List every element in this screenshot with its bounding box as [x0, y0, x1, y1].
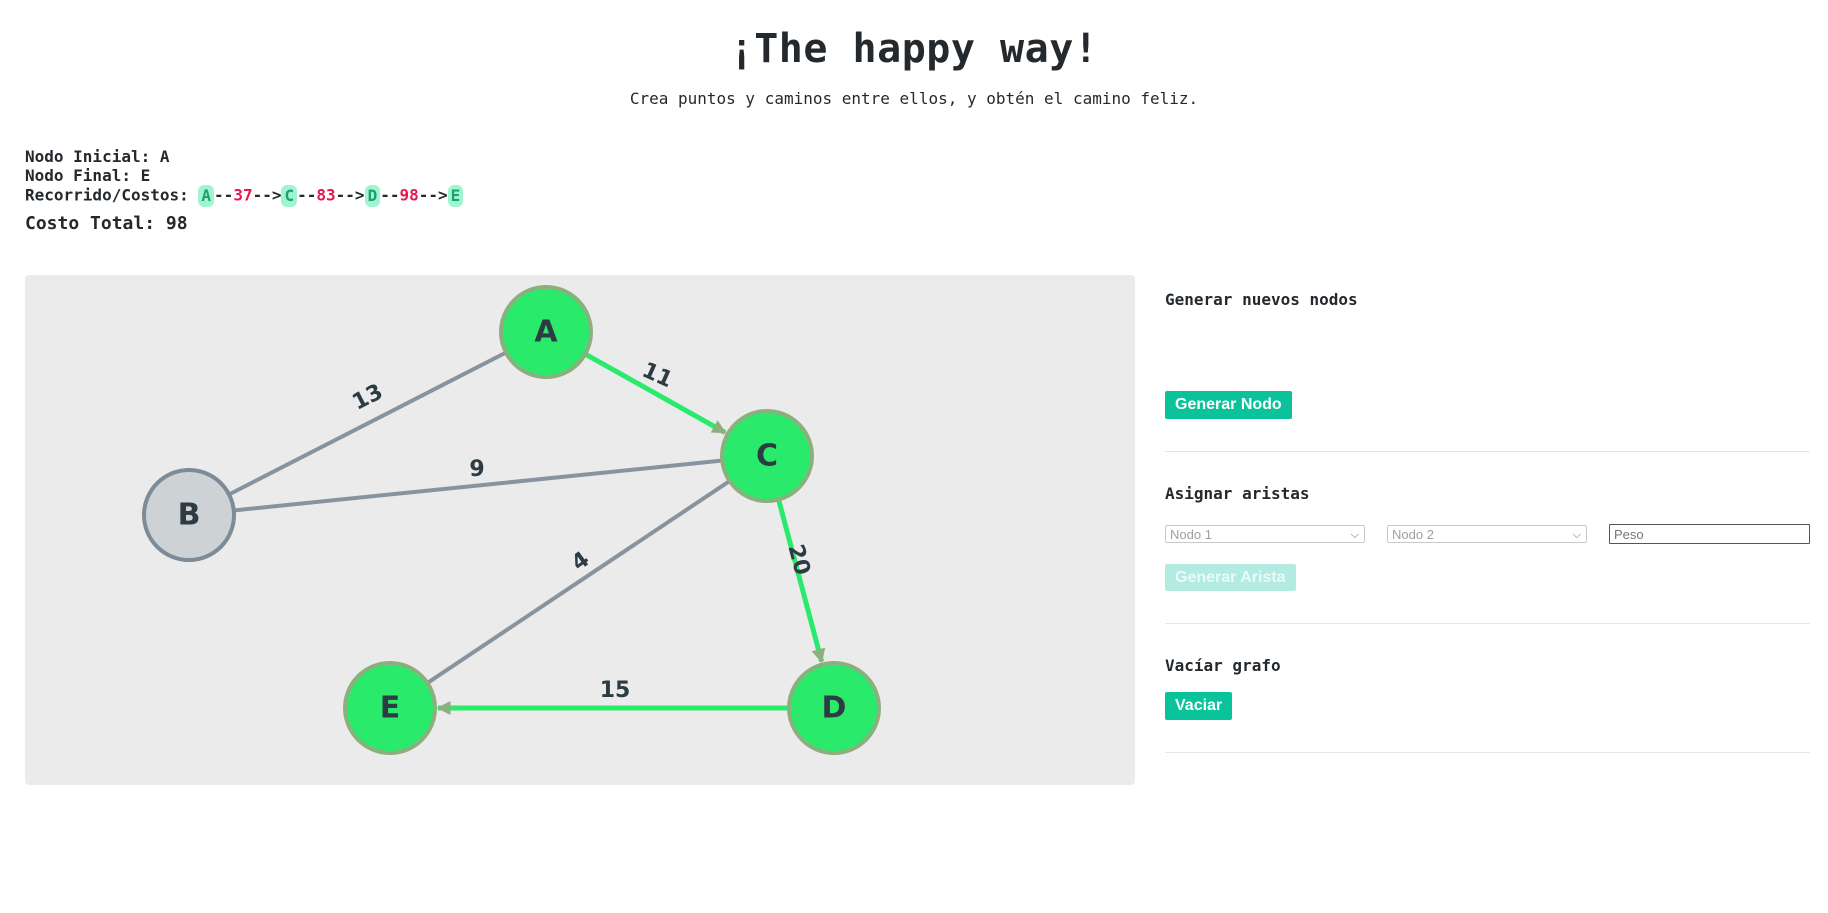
graph-node-a[interactable]: A: [499, 285, 593, 379]
graph-node-label: C: [756, 439, 778, 474]
edges-layer: 111394 2015: [229, 351, 826, 715]
route-node: D: [364, 185, 381, 207]
total-cost-label: Costo Total:: [25, 213, 156, 234]
graph-node-label: A: [534, 315, 558, 350]
graph-canvas[interactable]: 11 13 9 4 20 15 ABCDE: [25, 275, 1135, 785]
route-cost: 37: [233, 185, 253, 205]
section-divider: [1165, 623, 1810, 624]
route-separator: --: [297, 185, 317, 205]
route-row: Recorrido/Costos: A --37--> C --83--> D --98-…: [25, 185, 464, 207]
graph-node-label: E: [380, 691, 401, 726]
edge-weight-label: 9: [469, 457, 484, 482]
generate-nodes-heading: Generar nuevos nodos: [1165, 290, 1358, 309]
route-label: Recorrido/Costos:: [25, 185, 189, 205]
edge-weight-label: 15: [600, 678, 631, 703]
route-arrow: -->: [418, 185, 448, 205]
edge-weight-label: 13: [348, 379, 387, 415]
route-node: E: [447, 185, 464, 207]
route-cost: 83: [316, 185, 336, 205]
nodes-layer: A B C D E: [142, 285, 881, 755]
edge-weight-label: 20: [782, 542, 814, 578]
node2-select-value: Nodo 2: [1392, 527, 1434, 542]
route-separator: --: [214, 185, 234, 205]
graph-node-d[interactable]: D: [787, 661, 881, 755]
edge-c-e: [427, 479, 730, 685]
page-title: ¡The happy way!: [729, 26, 1099, 72]
graph-node-label: B: [178, 498, 201, 533]
start-node-row: Nodo Inicial: A: [25, 147, 463, 166]
graph-svg[interactable]: 111394 2015 ABCDE: [25, 275, 1135, 785]
edge-a-b: [229, 351, 506, 496]
edge-c-d: [776, 499, 826, 663]
section-divider: [1165, 451, 1810, 452]
total-cost-row: Costo Total: 98: [25, 214, 463, 233]
end-node-label: Nodo Final:: [25, 166, 131, 185]
route-node: C: [281, 185, 298, 207]
total-cost-value: 98: [165, 213, 188, 234]
end-node-row: Nodo Final: E: [25, 166, 463, 185]
weight-input[interactable]: [1609, 524, 1810, 544]
graph-node-e[interactable]: E: [343, 661, 437, 755]
chevron-down-icon: ⌵: [1572, 529, 1581, 541]
node1-select-value: Nodo 1: [1170, 527, 1212, 542]
node2-select[interactable]: Nodo 2 ⌵: [1387, 525, 1587, 543]
graph-node-b[interactable]: B: [142, 468, 236, 562]
start-node-value: A: [159, 147, 170, 166]
route-node: A: [198, 185, 215, 207]
route-arrow: -->: [252, 185, 282, 205]
route-arrow: -->: [335, 185, 365, 205]
route-cost: 98: [399, 185, 419, 205]
page-subtitle: Crea puntos y caminos entre ellos, y obt…: [629, 89, 1199, 108]
graph-node-label: D: [822, 691, 847, 726]
route-separator: --: [380, 185, 400, 205]
section-divider: [1165, 752, 1810, 753]
node1-select[interactable]: Nodo 1 ⌵: [1165, 525, 1365, 543]
chevron-down-icon: ⌵: [1350, 529, 1359, 541]
generate-edge-button[interactable]: Generar Arista: [1165, 564, 1296, 591]
assign-edges-heading: Asignar aristas: [1165, 484, 1310, 503]
clear-graph-heading: Vacíar grafo: [1165, 656, 1281, 675]
start-node-label: Nodo Inicial:: [25, 147, 151, 166]
graph-node-c[interactable]: C: [720, 409, 814, 503]
result-info: Nodo Inicial: A Nodo Final: E Recorrido/…: [25, 147, 464, 233]
end-node-value: E: [140, 166, 151, 185]
clear-graph-button[interactable]: Vaciar: [1165, 692, 1233, 720]
generate-node-button[interactable]: Generar Nodo: [1165, 391, 1292, 419]
